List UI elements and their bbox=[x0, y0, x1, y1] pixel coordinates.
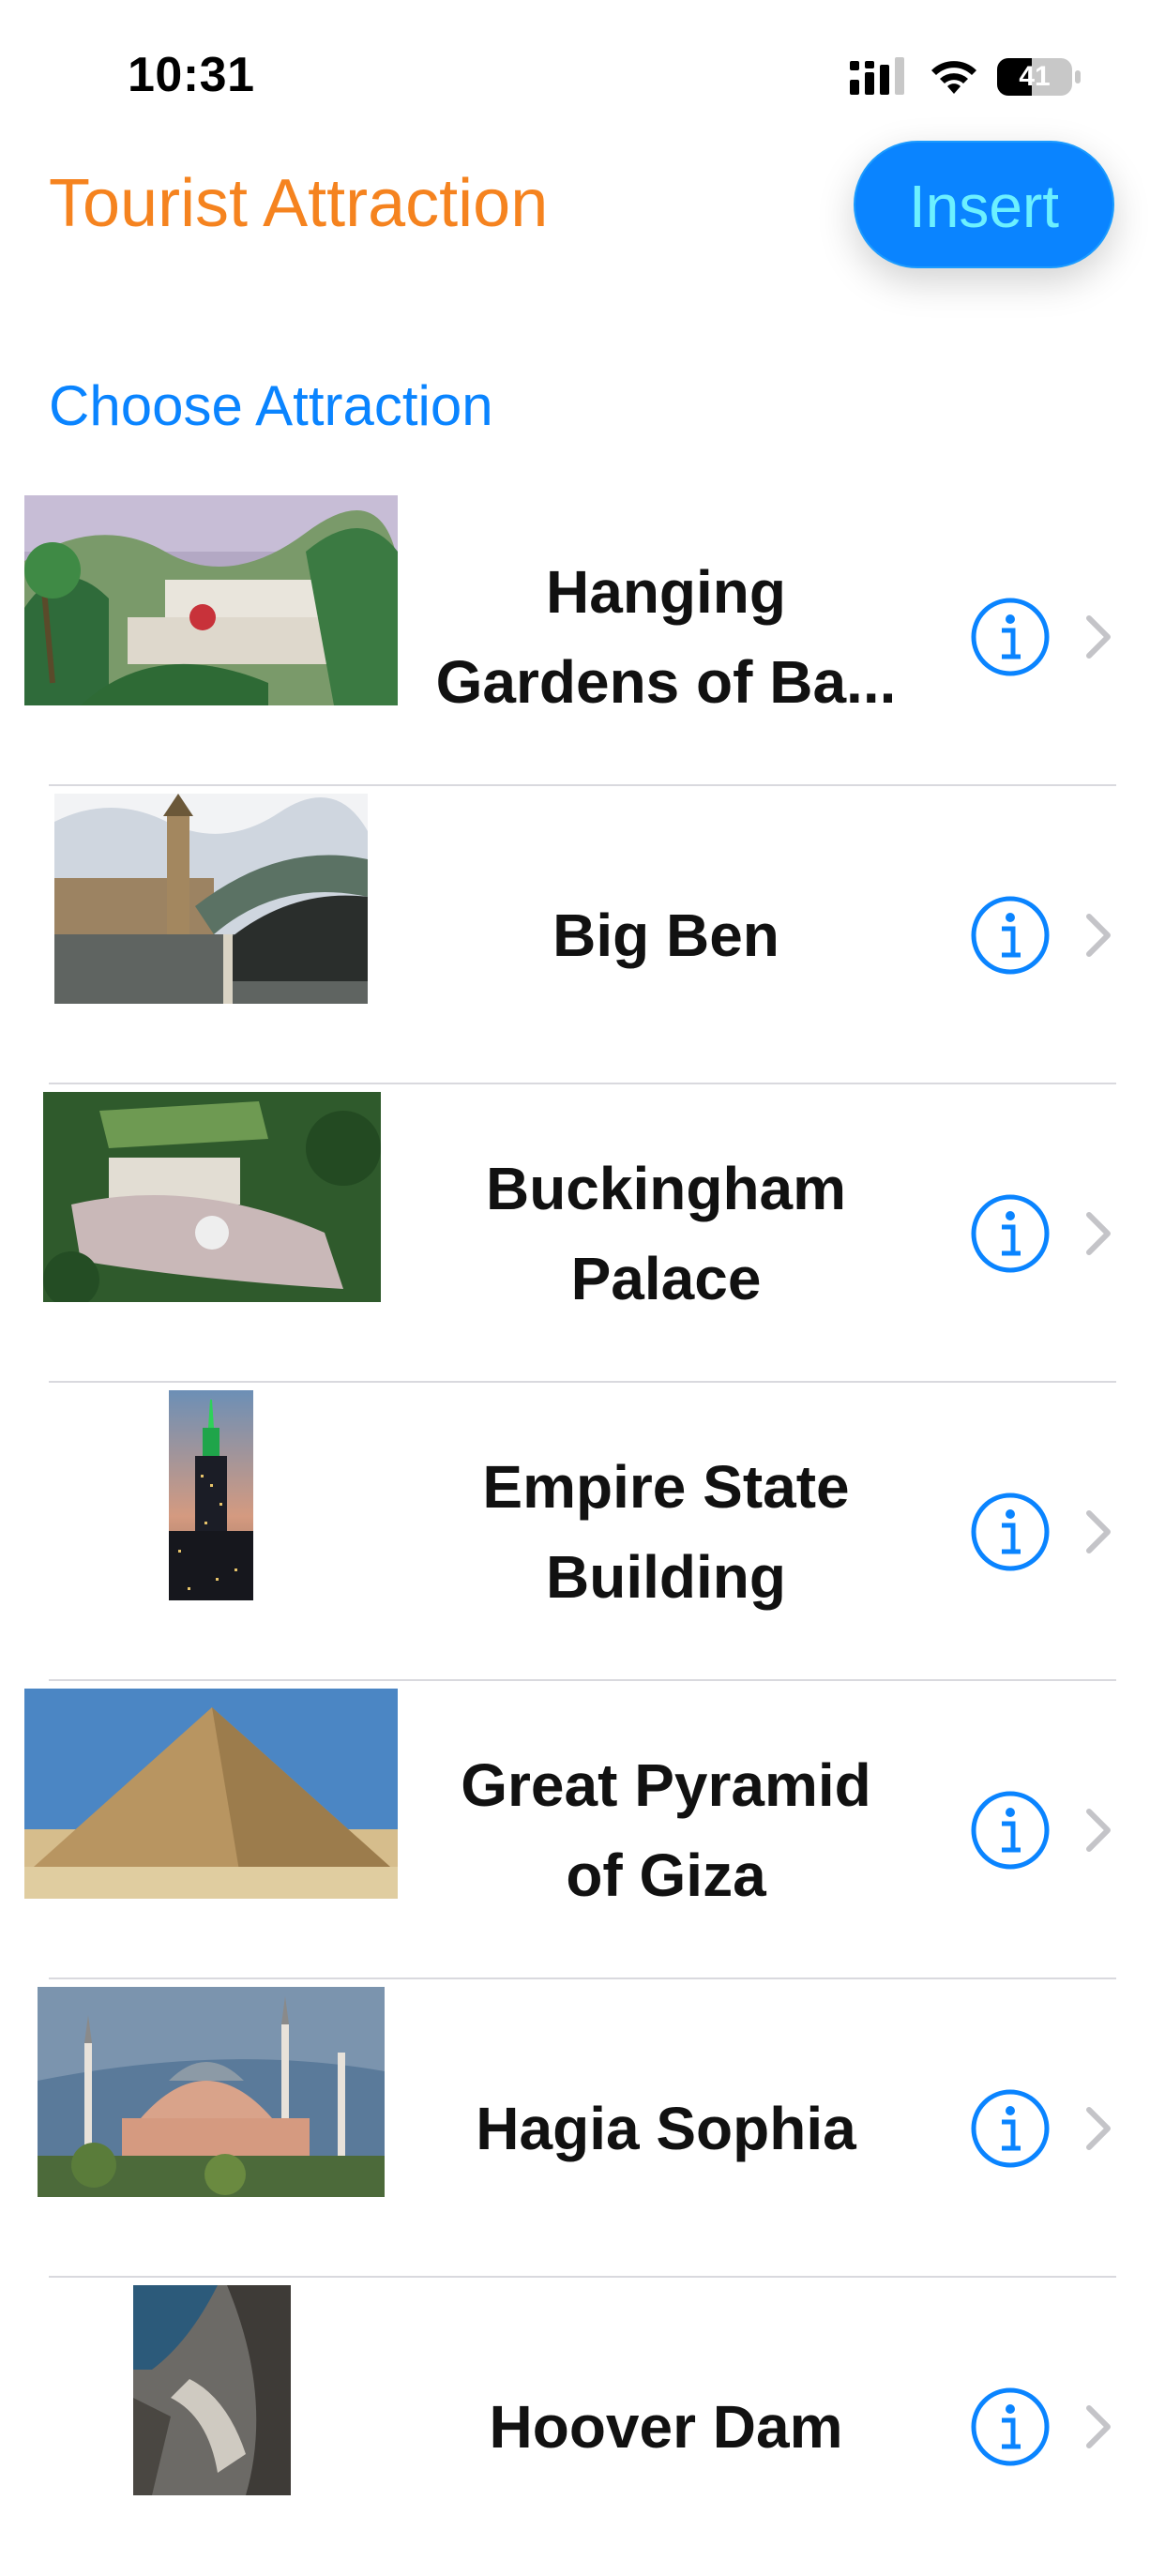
attraction-list: Hanging Gardens of Ba... Big Ben Bucking… bbox=[0, 488, 1165, 2576]
wifi-icon bbox=[931, 61, 976, 94]
status-time: 10:31 bbox=[128, 48, 255, 102]
cellular-signal-icon bbox=[850, 57, 904, 95]
attraction-title: Hagia Sophia bbox=[422, 1979, 910, 2278]
info-icon[interactable] bbox=[970, 2088, 1051, 2169]
page-title: Tourist Attraction bbox=[49, 166, 549, 241]
attraction-image bbox=[133, 2285, 291, 2495]
attraction-image bbox=[43, 1092, 381, 1302]
list-item[interactable]: Hanging Gardens of Ba... bbox=[0, 488, 1165, 786]
attraction-title: Hoover Dam bbox=[422, 2278, 910, 2576]
attraction-title-line1: Hoover Dam bbox=[489, 2393, 843, 2461]
battery-icon: 41 bbox=[996, 57, 1082, 97]
attraction-image bbox=[38, 1987, 385, 2197]
attraction-title: Big Ben bbox=[422, 786, 910, 1084]
list-item[interactable]: Buckingham Palace bbox=[0, 1084, 1165, 1383]
attraction-title: Great Pyramid of Giza bbox=[422, 1681, 910, 1979]
battery-level: 41 bbox=[1019, 61, 1051, 92]
section-header: Choose Attraction bbox=[49, 374, 493, 437]
list-item[interactable]: Empire State Building bbox=[0, 1383, 1165, 1681]
chevron-right-icon bbox=[1086, 615, 1111, 659]
attraction-title-line1: Buckingham bbox=[485, 1155, 847, 1222]
attraction-title-line1: Big Ben bbox=[552, 902, 779, 969]
attraction-title: Empire State Building bbox=[422, 1383, 910, 1681]
status-bar: 10:31 41 bbox=[0, 0, 1165, 141]
list-item[interactable]: Great Pyramid of Giza bbox=[0, 1681, 1165, 1979]
attraction-title: Hanging Gardens of Ba... bbox=[422, 488, 910, 786]
list-item[interactable]: Big Ben bbox=[0, 786, 1165, 1084]
attraction-title-line2: Palace bbox=[570, 1245, 762, 1312]
attraction-title-line1: Empire State bbox=[482, 1453, 850, 1521]
attraction-title-line2: Gardens of Ba... bbox=[435, 648, 897, 716]
chevron-right-icon bbox=[1086, 2107, 1111, 2150]
chevron-right-icon bbox=[1086, 914, 1111, 957]
attraction-title-line1: Hanging bbox=[546, 558, 786, 626]
info-icon[interactable] bbox=[970, 597, 1051, 677]
chevron-right-icon bbox=[1086, 1212, 1111, 1255]
attraction-image bbox=[54, 794, 368, 1004]
attraction-title-line1: Hagia Sophia bbox=[476, 2095, 856, 2162]
chevron-right-icon bbox=[1086, 1809, 1111, 1852]
info-icon[interactable] bbox=[970, 1193, 1051, 1274]
list-item[interactable]: Hoover Dam bbox=[0, 2278, 1165, 2576]
info-icon[interactable] bbox=[970, 1790, 1051, 1871]
attraction-title-line1: Great Pyramid bbox=[461, 1751, 871, 1819]
insert-button[interactable]: Insert bbox=[854, 141, 1114, 268]
chevron-right-icon bbox=[1086, 1510, 1111, 1553]
chevron-right-icon bbox=[1086, 2405, 1111, 2448]
attraction-title-line2: of Giza bbox=[566, 1841, 766, 1909]
info-icon[interactable] bbox=[970, 2387, 1051, 2467]
attraction-title: Buckingham Palace bbox=[422, 1084, 910, 1383]
info-icon[interactable] bbox=[970, 1492, 1051, 1572]
attraction-image bbox=[24, 1689, 398, 1899]
list-item[interactable]: Hagia Sophia bbox=[0, 1979, 1165, 2278]
attraction-title-line2: Building bbox=[546, 1543, 786, 1611]
status-icons: 41 bbox=[850, 54, 1082, 99]
attraction-image bbox=[169, 1390, 253, 1600]
info-icon[interactable] bbox=[970, 895, 1051, 976]
attraction-image bbox=[24, 495, 398, 705]
